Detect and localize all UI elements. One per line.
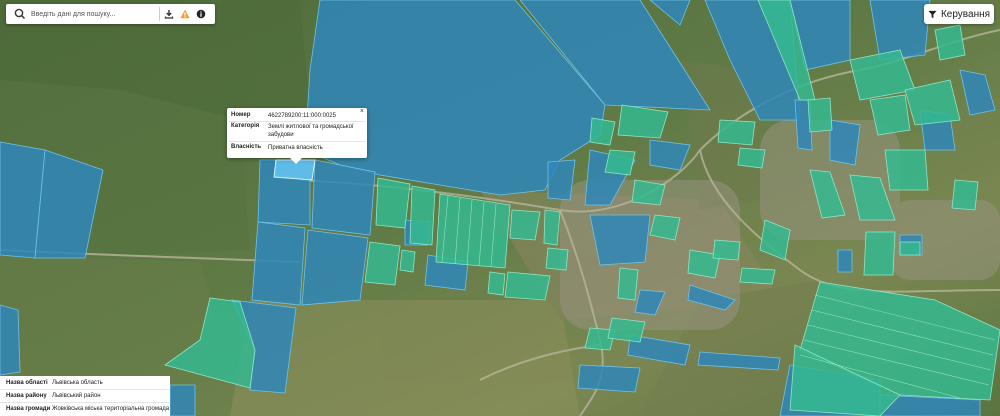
info-row-oblast: Назва області Львівська область: [0, 376, 170, 390]
download-icon: [164, 10, 174, 19]
close-icon[interactable]: ×: [360, 108, 364, 115]
filter-icon: [928, 10, 937, 18]
info-row-raion: Назва району Львівський район: [0, 389, 170, 403]
search-icon: [14, 8, 26, 20]
search-bar: [6, 4, 215, 24]
oblast-label: Назва області: [6, 380, 48, 386]
ownership-label: Власність: [231, 144, 262, 150]
hromada-label: Назва громади: [6, 406, 51, 412]
raion-value: Львівський район: [52, 393, 101, 399]
info-button[interactable]: [193, 5, 209, 23]
warning-button[interactable]: [177, 5, 193, 23]
search-input[interactable]: [27, 5, 156, 23]
manage-label: Керування: [940, 8, 991, 20]
number-value[interactable]: 4622789200:11:000:0025: [268, 112, 360, 120]
raion-label: Назва району: [6, 393, 47, 399]
cadastral-map[interactable]: [0, 0, 1000, 416]
oblast-value: Львівська область: [52, 380, 103, 386]
popup-pointer: [290, 158, 302, 164]
warning-icon: [180, 9, 190, 19]
admin-info-panel: Назва області Львівська область Назва ра…: [0, 376, 170, 416]
popup-divider: [229, 121, 365, 122]
download-button[interactable]: [161, 5, 177, 23]
info-row-hromada: Назва громади Жовківська міська територі…: [0, 402, 170, 415]
category-label: Категорія: [231, 123, 260, 129]
number-label: Номер: [231, 112, 251, 118]
toolbar-separator: [159, 7, 160, 21]
manage-button[interactable]: Керування: [924, 4, 994, 24]
category-value: Землі житлової та громадської забудови: [268, 124, 354, 138]
parcel-popup: × Номер 4622789200:11:000:0025 Категорія…: [227, 108, 367, 164]
ownership-value: Приватна власність: [268, 145, 323, 151]
info-icon: [196, 9, 206, 19]
popup-divider: [229, 141, 365, 142]
hromada-value: Жовківська міська територіальна громада: [52, 406, 170, 412]
